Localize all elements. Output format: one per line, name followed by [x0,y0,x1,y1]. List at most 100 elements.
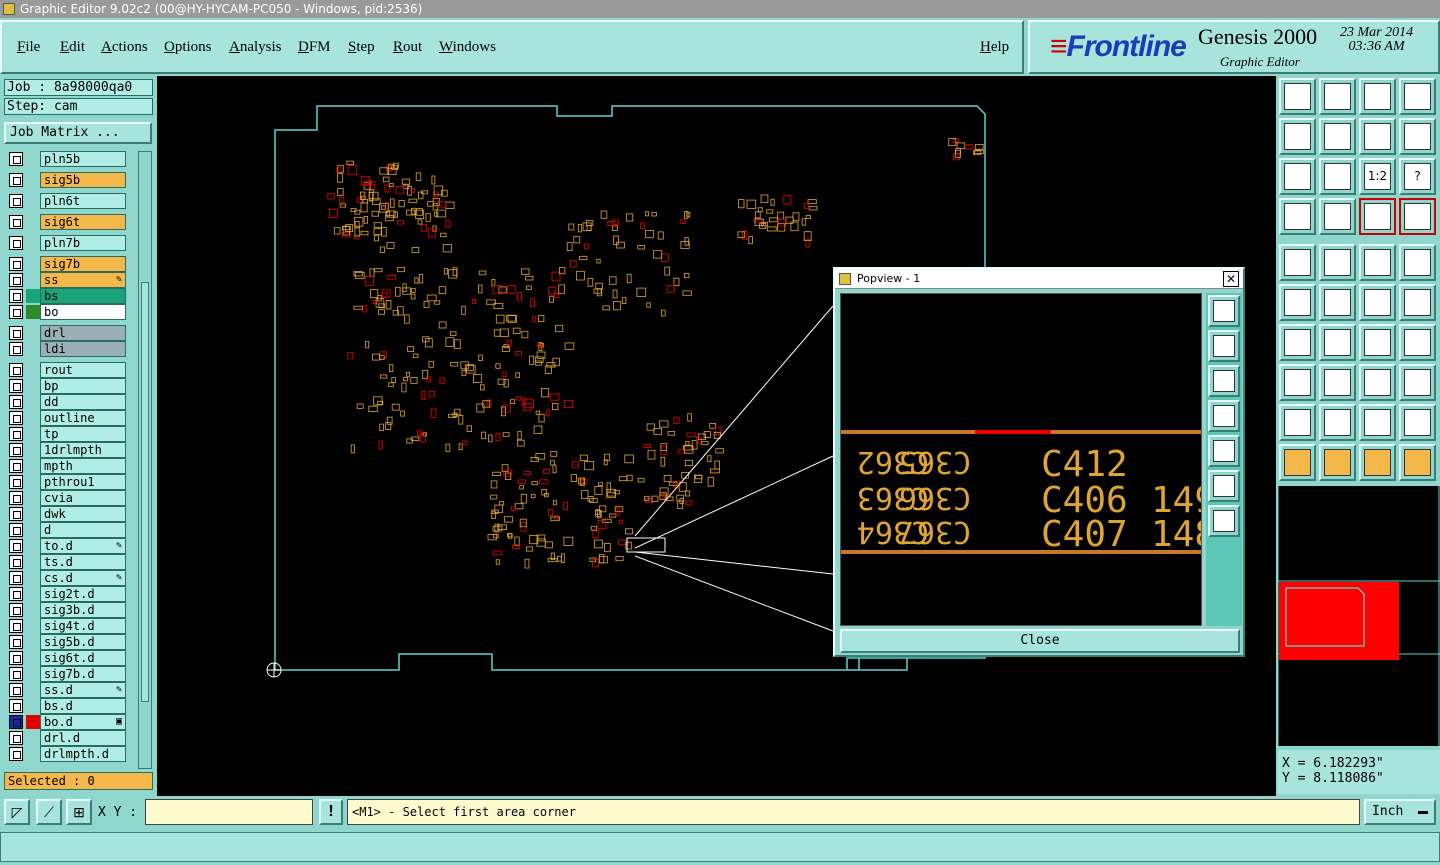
layer-row[interactable]: outline [6,410,126,426]
layer-checkbox[interactable] [9,236,23,250]
layer-checkbox[interactable] [9,427,23,441]
layer-name[interactable]: dwk [40,506,126,522]
layer-checkbox[interactable] [9,507,23,521]
layer-row[interactable]: cs.d ✎ [6,570,126,586]
layer-checkbox[interactable] [9,523,23,537]
layer-name[interactable]: bs [40,288,126,304]
layer-name[interactable]: outline [40,410,126,426]
help-icon[interactable]: ? [1399,158,1436,195]
layer-checkbox[interactable] [9,443,23,457]
layer-row[interactable]: bo [6,304,126,320]
menu-options[interactable]: Options [164,39,212,56]
layer-name[interactable]: cvia [40,490,126,506]
layer-checkbox[interactable] [9,715,23,729]
center-icon[interactable] [1319,158,1356,195]
grid-snap-icon[interactable]: ⊞ [66,799,92,825]
layer-row[interactable]: ss.d ✎ [6,682,126,698]
grid-icon[interactable] [1319,198,1356,235]
layer-row[interactable]: bs.d [6,698,126,714]
layer-row[interactable]: bo.d ▣ [6,714,126,730]
scroll-thumb[interactable] [141,282,149,702]
layer-name[interactable]: pln7b [40,235,126,251]
layer-row[interactable]: tp [6,426,126,442]
tri-icon[interactable] [1279,404,1316,441]
mirror-icon[interactable] [1399,324,1436,361]
tri-outline-icon[interactable] [1319,404,1356,441]
units-dropdown[interactable]: Inch [1364,799,1436,825]
popview-close-icon[interactable]: ✕ [1223,271,1239,287]
pad-icon[interactable] [1279,244,1316,281]
pointer-sel-icon[interactable] [1359,444,1396,481]
layer-name[interactable]: sig6t [40,214,126,230]
line-icon[interactable] [1319,244,1356,281]
layer-name[interactable]: ldi [40,341,126,357]
layer-name[interactable]: sig5b.d [40,634,126,650]
layer-row[interactable]: sig3b.d [6,602,126,618]
home-icon[interactable] [1359,78,1396,115]
ruler-icon[interactable] [1279,198,1316,235]
layer-row[interactable]: drlmpth.d [6,746,126,762]
layer-scrollbar[interactable] [138,151,152,769]
zoom-in-icon[interactable]: ◸ [4,799,30,825]
measure-icon[interactable] [1359,244,1396,281]
popview-title-bar[interactable]: Popview - 1 ✕ [835,269,1243,289]
layer-name[interactable]: sig7b [40,256,126,272]
layer-red-icon[interactable] [1359,198,1396,235]
menu-help[interactable]: Help [980,39,1009,56]
page-in-icon[interactable] [1279,78,1316,115]
layer-checkbox[interactable] [9,491,23,505]
layer-checkbox[interactable] [9,555,23,569]
arrow-right-icon[interactable] [1319,118,1356,155]
layer-row[interactable]: bp [6,378,126,394]
layer-checkbox[interactable] [9,395,23,409]
layer-checkbox[interactable] [9,603,23,617]
layer-row[interactable]: sig2t.d [6,586,126,602]
split-view-icon[interactable] [1399,78,1436,115]
menu-step[interactable]: Step [348,39,375,56]
pop-left-icon[interactable] [1208,400,1240,432]
layer-name[interactable]: mpth [40,458,126,474]
move-blue-icon[interactable] [1399,284,1436,321]
layer-row[interactable]: cvia [6,490,126,506]
layer-checkbox[interactable] [9,305,23,319]
menu-rout[interactable]: Rout [393,39,422,56]
layer-row[interactable]: sig4t.d [6,618,126,634]
layer-row[interactable]: sig7b [6,256,126,272]
angle-icon[interactable] [1279,324,1316,361]
layer-name[interactable]: sig7b.d [40,666,126,682]
layer-name[interactable]: sig5b [40,172,126,188]
layer-checkbox[interactable] [9,273,23,287]
xy-input[interactable] [145,799,313,825]
snake-icon[interactable] [1399,118,1436,155]
layer-row[interactable]: sig6t [6,214,126,230]
layer-checkbox[interactable] [9,379,23,393]
layer-name[interactable]: cs.d ✎ [40,570,126,586]
layer-checkbox[interactable] [9,571,23,585]
layer-row[interactable]: ts.d [6,554,126,570]
pop-right-icon[interactable] [1208,435,1240,467]
layer-row[interactable]: dwk [6,506,126,522]
layer-checkbox[interactable] [9,194,23,208]
pop-center-icon[interactable] [1208,505,1240,537]
page-down-icon[interactable] [1319,78,1356,115]
pointer-box-icon[interactable] [1319,444,1356,481]
layer-checkbox[interactable] [9,363,23,377]
layer-checkbox[interactable] [9,326,23,340]
layer-name[interactable]: d [40,522,126,538]
align-icon[interactable] [1359,364,1396,401]
layer-row[interactable]: pthrou1 [6,474,126,490]
layer-checkbox[interactable] [9,289,23,303]
layer-checkbox[interactable] [9,257,23,271]
arch2-icon[interactable] [1399,404,1436,441]
layer-name[interactable]: ss ✎ [40,272,126,288]
layer-checkbox[interactable] [9,699,23,713]
layer-checkbox[interactable] [9,731,23,745]
layer-row[interactable]: d [6,522,126,538]
alert-button[interactable]: ! [319,799,343,825]
layer-red2-icon[interactable] [1399,198,1436,235]
layer-name[interactable]: pthrou1 [40,474,126,490]
group-icon[interactable] [1399,364,1436,401]
layer-row[interactable]: pln7b [6,235,126,251]
layer-name[interactable]: sig3b.d [40,602,126,618]
copy-red-icon[interactable] [1279,364,1316,401]
